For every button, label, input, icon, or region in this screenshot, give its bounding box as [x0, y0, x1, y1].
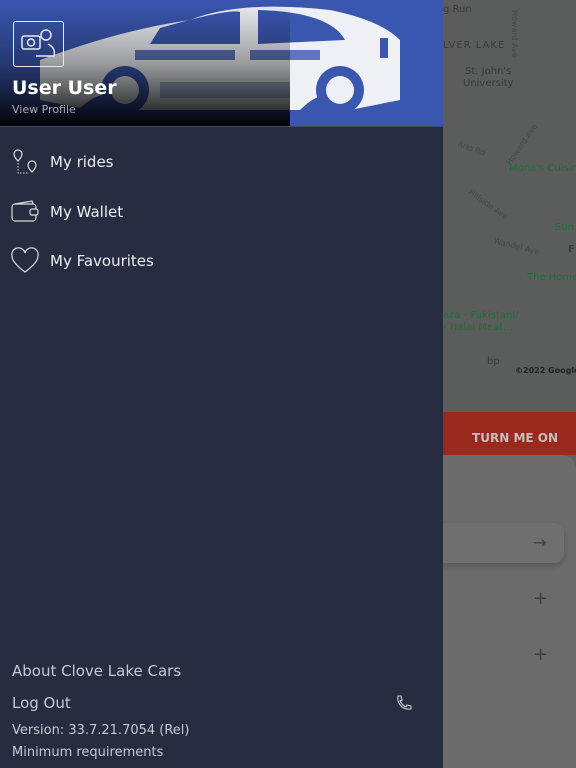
menu-item-my-wallet[interactable]: My Wallet — [10, 197, 123, 227]
menu-item-my-rides[interactable]: My rides — [10, 147, 114, 177]
route-pins-icon — [13, 149, 37, 174]
plus-icon[interactable]: + — [533, 644, 548, 665]
about-link[interactable]: About Clove Lake Cars — [12, 662, 181, 680]
menu-label: My Favourites — [50, 252, 154, 270]
road-label: Howard Ave — [504, 122, 540, 167]
drawer-header[interactable]: User User View Profile — [0, 0, 443, 126]
map-label: The Home — [527, 272, 576, 283]
version-text: Version: 33.7.21.7054 (Rel) — [12, 723, 190, 738]
map-label: bp — [487, 356, 500, 367]
road-label: Arlo Rd — [456, 139, 487, 158]
map-label: University — [463, 78, 514, 89]
minimum-requirements-link[interactable]: Minimum requirements — [12, 745, 163, 760]
map-label: LVER LAKE — [443, 40, 506, 51]
booking-card — [443, 455, 576, 768]
map-label: St. John's — [465, 66, 512, 77]
menu-label: My rides — [50, 153, 114, 171]
road-label: Hillside Ave — [466, 187, 510, 222]
map-label: aza - Pakistani/ — [443, 310, 519, 321]
navigation-drawer: User User View Profile My rides My Walle… — [0, 0, 443, 768]
turn-me-on-button[interactable]: TURN ME ON — [443, 412, 576, 455]
user-name: User User — [12, 77, 117, 99]
divider — [0, 126, 443, 127]
wallet-icon — [11, 200, 39, 222]
road-label: Howard Ave — [510, 10, 519, 58]
plus-icon[interactable]: + — [533, 588, 548, 609]
turn-me-on-label: TURN ME ON — [472, 431, 558, 445]
road-label: Wandel Ave — [492, 236, 541, 257]
map-view[interactable]: g Run LVER LAKE St. John's University Mo… — [443, 0, 576, 412]
logout-button[interactable]: Log Out — [12, 694, 71, 712]
arrow-right-icon[interactable]: → — [533, 533, 546, 552]
map-label: Mona's Cuisine — [509, 163, 576, 174]
avatar[interactable] — [13, 21, 64, 67]
map-label: Sun — [555, 222, 575, 233]
heart-icon — [11, 247, 39, 273]
phone-icon[interactable] — [395, 694, 413, 712]
menu-item-my-favourites[interactable]: My Favourites — [10, 246, 154, 276]
camera-person-icon — [21, 29, 56, 57]
menu-label: My Wallet — [50, 203, 124, 221]
view-profile-link[interactable]: View Profile — [12, 103, 76, 116]
map-label: F — [568, 244, 575, 255]
map-copyright: ©2022 Google — [515, 366, 576, 375]
map-label: - Halal Meat... — [443, 322, 513, 333]
map-label: g Run — [443, 4, 472, 15]
